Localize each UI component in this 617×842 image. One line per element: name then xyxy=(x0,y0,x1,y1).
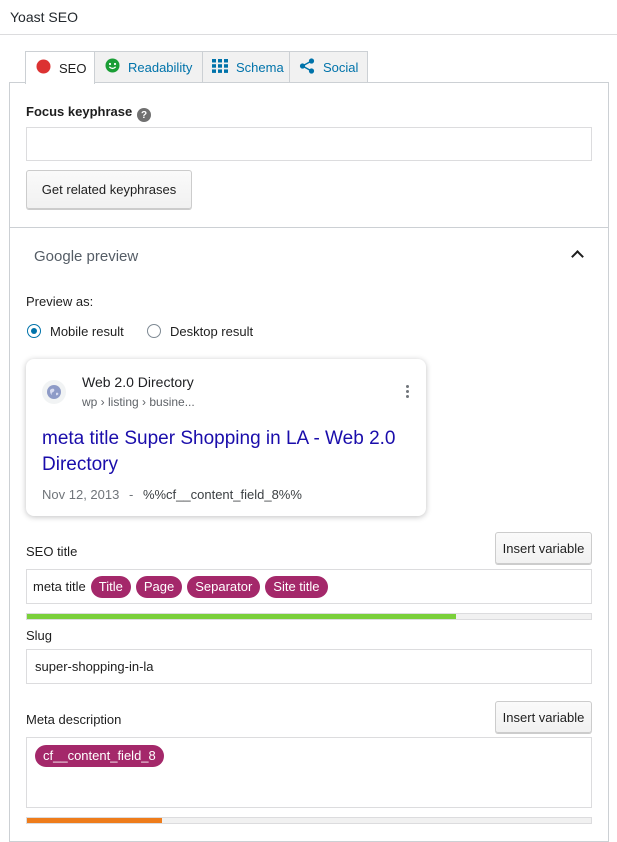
preview-site-name: Web 2.0 Directory xyxy=(82,374,194,390)
get-related-keyphrases-button[interactable]: Get related keyphrases xyxy=(26,170,192,209)
focus-keyphrase-input[interactable] xyxy=(26,127,592,161)
slug-input[interactable]: super-shopping-in-la xyxy=(26,649,592,684)
meta-description-progress xyxy=(26,817,592,824)
meta-description-progress-fill xyxy=(27,818,163,823)
content-field-variable-pill[interactable]: cf__content_field_8 xyxy=(35,745,164,767)
red-dot-icon xyxy=(36,59,51,77)
mobile-result-label[interactable]: Mobile result xyxy=(50,324,124,339)
grid-icon xyxy=(212,58,228,76)
google-preview-title[interactable]: Google preview xyxy=(34,248,138,265)
globe-icon xyxy=(42,380,66,404)
preview-as-label: Preview as: xyxy=(26,294,94,309)
title-variable-pill[interactable]: Title xyxy=(90,575,131,598)
share-icon xyxy=(299,57,315,77)
desktop-result-label[interactable]: Desktop result xyxy=(170,324,253,339)
tab-schema[interactable]: Schema xyxy=(202,51,290,82)
tab-social[interactable]: Social xyxy=(289,51,368,82)
preview-date: Nov 12, 2013 xyxy=(42,487,120,502)
seo-title-progress-fill xyxy=(27,614,456,619)
site-title-variable-pill[interactable]: Site title xyxy=(265,575,328,598)
meta-description-input[interactable]: cf__content_field_8 xyxy=(26,737,592,808)
preview-separator: - xyxy=(128,487,134,502)
google-preview-card: Web 2.0 Directory wp › listing › busine.… xyxy=(26,359,426,516)
page-variable-pill[interactable]: Page xyxy=(135,575,183,598)
preview-meta: Nov 12, 2013 - %%cf__content_field_8%% xyxy=(42,487,302,502)
more-vertical-icon xyxy=(406,385,409,400)
seo-title-progress xyxy=(26,613,592,620)
section-divider xyxy=(10,227,608,228)
tab-readability[interactable]: Readability xyxy=(94,51,203,82)
meta-description-label: Meta description xyxy=(26,712,122,727)
seo-title-label: SEO title xyxy=(26,544,78,559)
tab-label: Readability xyxy=(128,59,193,75)
desktop-result-radio[interactable] xyxy=(147,324,161,338)
preview-description: %%cf__content_field_8%% xyxy=(142,487,302,502)
focus-keyphrase-label: Focus keyphrase xyxy=(26,104,133,119)
header-divider xyxy=(0,34,617,35)
header-title: Yoast SEO xyxy=(10,9,78,25)
tab-label: SEO xyxy=(59,60,87,76)
separator-variable-pill[interactable]: Separator xyxy=(187,575,261,598)
tab-seo[interactable]: SEO xyxy=(25,51,95,84)
tab-label: Schema xyxy=(236,59,284,75)
seo-title-text: meta title xyxy=(33,579,86,594)
seo-title-input[interactable]: meta title Title Page Separator Site tit… xyxy=(26,569,592,604)
slug-label: Slug xyxy=(26,628,53,643)
preview-breadcrumb: wp › listing › busine... xyxy=(82,395,195,409)
preview-title: meta title Super Shopping in LA - Web 2.… xyxy=(42,428,396,475)
tab-label: Social xyxy=(323,59,359,75)
insert-variable-button[interactable]: Insert variable xyxy=(495,532,592,564)
smiley-icon xyxy=(105,58,120,76)
mobile-result-radio[interactable] xyxy=(27,324,41,338)
insert-variable-button[interactable]: Insert variable xyxy=(495,701,592,733)
help-icon[interactable]: ? xyxy=(137,108,151,122)
